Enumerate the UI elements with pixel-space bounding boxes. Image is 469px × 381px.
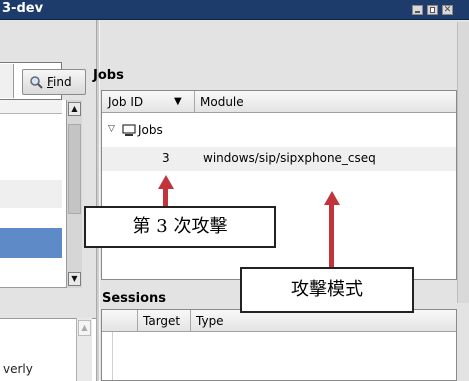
column-header-job-id[interactable]: Job ID ▼ [102,91,195,113]
scroll-thumb[interactable] [68,124,81,214]
monitor-icon [122,124,136,136]
scroll-up-button[interactable]: ▲ [78,320,91,336]
column-label: Job ID [108,95,144,109]
right-edge-scrollbar[interactable] [457,22,469,303]
jobs-table-header: Job ID ▼ Module [102,91,456,113]
sessions-title: Sessions [102,291,167,306]
find-button[interactable]: Find [22,69,86,95]
partial-list-text: verly [3,362,33,376]
tree-node-label: Jobs [138,123,163,137]
jobs-title: Jobs [93,68,124,83]
job-module-cell: windows/sip/sipxphone_cseq [203,151,376,165]
table-row[interactable]: 3 windows/sip/sipxphone_cseq [102,147,456,171]
annotation-callout-attack-count: 第 3 次攻擊 [84,206,276,248]
left-list-scrollbar[interactable]: ▲ ▼ [66,100,82,288]
window-title: 3-dev [2,1,44,16]
sessions-table[interactable]: Target Type [101,309,457,381]
left-bottom-scrollbar[interactable]: ▲ [76,318,92,381]
left-splitter[interactable] [0,64,14,98]
jobs-table[interactable]: Job ID ▼ Module ▽ Jobs 3 windows/sip/sip… [101,90,457,280]
scroll-up-button[interactable]: ▲ [68,102,81,116]
magnifier-icon [30,76,43,89]
maximize-button[interactable] [427,5,438,15]
left-module-list[interactable] [0,100,68,288]
window-titlebar[interactable]: 3-dev ✕ [0,0,469,20]
find-button-label: Find [47,75,72,89]
column-header-module[interactable]: Module [200,95,244,109]
scroll-down-button[interactable]: ▼ [68,272,81,286]
job-id-cell: 3 [162,151,170,165]
annotation-arrow-1-head [158,175,174,189]
column-divider [112,332,113,380]
sort-descending-icon[interactable]: ▼ [174,96,182,107]
column-label-target: Target [143,314,181,328]
close-button[interactable]: ✕ [442,5,453,15]
column-header-type[interactable]: Type [196,314,224,328]
annotation-arrow-2-shaft [329,204,334,270]
tree-expander-icon[interactable]: ▽ [108,124,115,134]
minimize-button[interactable] [412,5,423,15]
list-item-selected[interactable] [0,228,62,258]
tree-node-jobs[interactable]: ▽ Jobs [102,121,456,141]
list-item[interactable] [0,180,62,208]
left-list-header [0,100,62,114]
annotation-callout-attack-mode: 攻擊模式 [240,267,414,313]
sessions-table-header: Target Type [102,310,456,332]
annotation-arrow-2-head [324,191,340,205]
column-header-blank[interactable] [102,310,138,332]
